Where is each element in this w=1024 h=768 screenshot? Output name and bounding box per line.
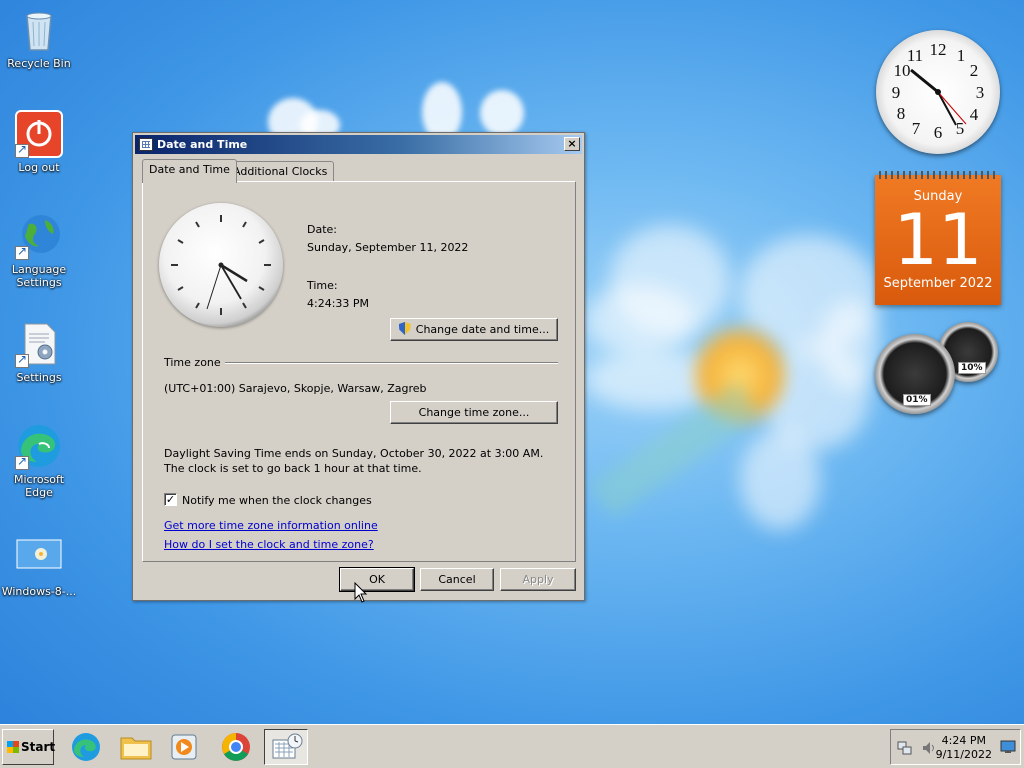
media-player-icon <box>171 734 197 760</box>
network-icon[interactable] <box>897 740 913 756</box>
taskbar-edge-button[interactable] <box>64 729 108 765</box>
apply-button[interactable]: Apply <box>500 568 576 591</box>
change-date-time-button[interactable]: Change date and time... <box>390 318 558 341</box>
start-button[interactable]: Start <box>2 729 56 765</box>
desktop-icon-label: Language Settings <box>11 263 67 289</box>
tray-date: 9/11/2022 <box>935 748 992 761</box>
edge-icon <box>72 733 100 761</box>
svg-text:3: 3 <box>976 83 985 102</box>
chrome-icon <box>222 733 250 761</box>
svg-text:4: 4 <box>970 105 979 124</box>
change-date-time-label: Change date and time... <box>415 323 550 336</box>
svg-text:11: 11 <box>907 46 923 65</box>
shortcut-arrow-icon <box>15 454 29 470</box>
svg-text:9: 9 <box>892 83 901 102</box>
svg-text:12: 12 <box>930 40 947 59</box>
start-label: Start <box>21 740 56 754</box>
cpu-meter: 01% <box>875 334 955 414</box>
tab-additional-clocks[interactable]: Additional Clocks <box>226 161 335 182</box>
desktop-icon-label: Settings <box>16 371 62 384</box>
taskbar-chrome-button[interactable] <box>214 729 258 765</box>
taskbar: Start 4:24 PM 9/11/2022 <box>0 724 1024 768</box>
desktop-icon-label: Microsoft Edge <box>13 473 65 499</box>
desktop-icon-label: Windows-8-... <box>1 585 77 598</box>
power-icon <box>15 110 63 158</box>
svg-text:6: 6 <box>934 123 943 142</box>
tab-date-and-time[interactable]: Date and Time <box>142 159 237 183</box>
date-label: Date: <box>307 223 337 236</box>
taskbar-media-player-button[interactable] <box>162 729 206 765</box>
date-value: Sunday, September 11, 2022 <box>307 241 469 254</box>
folder-icon <box>120 737 152 760</box>
svg-text:5: 5 <box>956 119 965 138</box>
cancel-button[interactable]: Cancel <box>420 568 494 591</box>
memory-percent: 10% <box>958 362 986 374</box>
title-bar[interactable]: Date and Time × <box>135 135 582 154</box>
svg-text:7: 7 <box>912 119 921 138</box>
recycle-bin-icon <box>15 6 63 54</box>
date-time-dialog: Date and Time × Date and Time Additional… <box>132 132 585 601</box>
time-label: Time: <box>307 279 338 292</box>
volume-icon[interactable] <box>921 740 937 756</box>
svg-text:8: 8 <box>897 104 906 123</box>
image-file-icon <box>15 534 63 582</box>
timezone-divider <box>225 362 558 364</box>
dst-notice: Daylight Saving Time ends on Sunday, Oct… <box>164 447 544 475</box>
show-desktop-icon[interactable] <box>1000 740 1016 754</box>
shortcut-arrow-icon <box>15 352 29 368</box>
svg-text:1: 1 <box>957 46 966 65</box>
shortcut-arrow-icon <box>15 244 29 260</box>
uac-shield-icon <box>398 322 411 335</box>
desktop-icon-recycle-bin[interactable]: Recycle Bin <box>0 6 78 70</box>
analog-clock <box>159 203 283 327</box>
desktop-icon-log-out[interactable]: Log out <box>0 110 78 174</box>
calendar-month-year: September 2022 <box>883 276 993 291</box>
time-value: 4:24:33 PM <box>307 297 370 310</box>
taskbar-explorer-button[interactable] <box>114 729 158 765</box>
link-more-timezone-info[interactable]: Get more time zone information online <box>164 519 378 532</box>
calendar-rings <box>879 171 997 179</box>
settings-document-icon <box>15 320 63 368</box>
globe-icon <box>15 212 63 260</box>
desktop-icon-windows-8-image[interactable]: Windows-8-... <box>0 534 78 598</box>
desktop-icon-language-settings[interactable]: Language Settings <box>0 212 78 289</box>
svg-text:2: 2 <box>970 61 979 80</box>
desktop-icon-settings[interactable]: Settings <box>0 320 78 384</box>
timezone-header: Time zone <box>164 356 221 369</box>
desktop-icon-label: Log out <box>18 161 60 174</box>
calendar-gadget[interactable]: Sunday 11 September 2022 <box>875 171 1001 305</box>
tray-time: 4:24 PM <box>941 734 986 747</box>
notify-checkbox[interactable]: ✓ <box>164 493 177 506</box>
mouse-cursor-icon <box>354 582 368 603</box>
calendar-clock-icon <box>139 138 153 151</box>
cpu-percent: 01% <box>903 394 931 406</box>
desktop-icon-label: Recycle Bin <box>7 57 71 70</box>
timezone-value: (UTC+01:00) Sarajevo, Skopje, Warsaw, Za… <box>164 382 427 395</box>
analog-clock-face <box>171 215 271 315</box>
windows-logo-icon <box>7 741 19 753</box>
clock-gadget[interactable]: 12 1 2 345 678 9 10 11 <box>876 30 1000 154</box>
window-title: Date and Time <box>157 138 248 151</box>
ok-button[interactable]: OK <box>339 567 415 592</box>
calendar-day-number: 11 <box>893 199 983 281</box>
system-tray: 4:24 PM 9/11/2022 <box>890 729 1021 765</box>
tray-clock[interactable]: 4:24 PM 9/11/2022 <box>936 734 992 762</box>
close-button[interactable]: × <box>564 137 580 151</box>
date-time-icon <box>272 733 303 759</box>
edge-icon <box>15 422 63 470</box>
notify-label: Notify me when the clock changes <box>182 494 372 507</box>
change-timezone-button[interactable]: Change time zone... <box>390 401 558 424</box>
clock-gadget-face: 12 12 345 678 91011 <box>892 40 985 142</box>
taskbar-date-time-button[interactable] <box>264 729 308 765</box>
desktop-icon-microsoft-edge[interactable]: Microsoft Edge <box>0 422 78 499</box>
shortcut-arrow-icon <box>15 142 29 158</box>
link-how-to-set-clock[interactable]: How do I set the clock and time zone? <box>164 538 374 551</box>
